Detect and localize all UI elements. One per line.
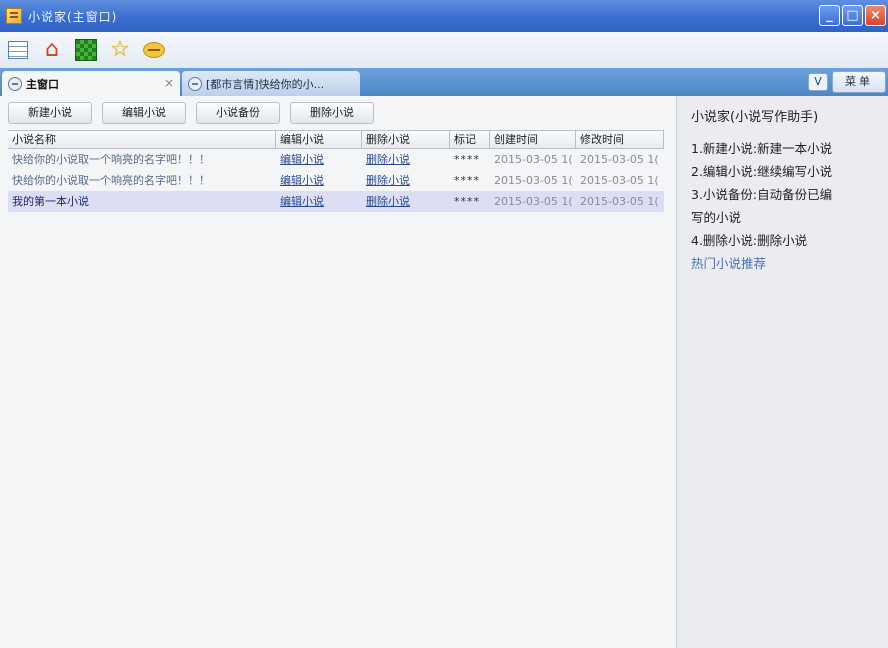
- novel-name: 快给你的小说取一个响亮的名字吧！！！: [12, 153, 210, 166]
- sidebar-item: 4.删除小说:删除小说: [691, 233, 808, 248]
- help-sidebar: 小说家(小说写作助手) 1.新建小说:新建一本小说 2.编辑小说:继续编写小说 …: [676, 96, 888, 648]
- delete-novel-link[interactable]: 删除小说: [362, 170, 450, 191]
- column-header-modified[interactable]: 修改时间: [576, 131, 664, 148]
- green-grid-icon[interactable]: [74, 38, 98, 62]
- novel-name: 我的第一本小说: [12, 195, 89, 208]
- star-icon[interactable]: ☆: [108, 38, 132, 62]
- edit-novel-button[interactable]: 编辑小说: [102, 102, 186, 124]
- column-header-mark[interactable]: 标记: [450, 131, 490, 148]
- home-icon[interactable]: ⌂: [40, 38, 64, 62]
- novel-mark: ****: [454, 153, 480, 166]
- column-header-name[interactable]: 小说名称: [8, 131, 276, 148]
- modified-time: 2015-03-05 1(: [580, 153, 659, 166]
- created-time: 2015-03-05 1(: [494, 153, 573, 166]
- window-controls: _ □ ×: [819, 5, 886, 26]
- tab-label: [都市言情]快给你的小...: [206, 77, 325, 91]
- modified-time: 2015-03-05 1(: [580, 174, 659, 187]
- sidebar-item: 写的小说: [691, 210, 742, 225]
- table-row-selected[interactable]: 我的第一本小说 编辑小说 删除小说 **** 2015-03-05 1( 201…: [8, 191, 664, 212]
- tab-close-icon[interactable]: ×: [164, 76, 174, 90]
- table-row[interactable]: 快给你的小说取一个响亮的名字吧！！！ 编辑小说 删除小说 **** 2015-0…: [8, 149, 664, 170]
- window-title: 小说家(主窗口): [28, 9, 118, 24]
- sidebar-item: 1.新建小说:新建一本小说: [691, 141, 833, 156]
- list-icon[interactable]: [6, 38, 30, 62]
- backup-novel-button[interactable]: 小说备份: [196, 102, 280, 124]
- created-time: 2015-03-05 1(: [494, 195, 573, 208]
- tab-globe-icon: [188, 76, 202, 91]
- modified-time: 2015-03-05 1(: [580, 195, 659, 208]
- toolbar: ⌂ ☆: [0, 32, 888, 68]
- edit-novel-link[interactable]: 编辑小说: [276, 191, 362, 212]
- title-bar: 小说家(主窗口) _ □ ×: [0, 0, 888, 32]
- delete-novel-link[interactable]: 删除小说: [362, 149, 450, 170]
- table-row[interactable]: 快给你的小说取一个响亮的名字吧！！！ 编辑小说 删除小说 **** 2015-0…: [8, 170, 664, 191]
- new-novel-button[interactable]: 新建小说: [8, 102, 92, 124]
- close-button[interactable]: ×: [865, 5, 886, 26]
- hot-novels-link[interactable]: 热门小说推荐: [691, 252, 888, 276]
- created-time: 2015-03-05 1(: [494, 174, 573, 187]
- novel-name: 快给你的小说取一个响亮的名字吧！！！: [12, 174, 210, 187]
- novel-mark: ****: [454, 174, 480, 187]
- sidebar-title: 小说家(小说写作助手): [691, 110, 819, 125]
- novel-mark: ****: [454, 195, 480, 208]
- sidebar-item: 2.编辑小说:继续编写小说: [691, 164, 833, 179]
- app-icon: [6, 8, 22, 24]
- tab-strip: 主窗口 × [都市言情]快给你的小... V 菜单: [0, 68, 888, 96]
- column-header-created[interactable]: 创建时间: [490, 131, 576, 148]
- column-header-edit[interactable]: 编辑小说: [276, 131, 362, 148]
- column-header-delete[interactable]: 删除小说: [362, 131, 450, 148]
- action-bar: 新建小说 编辑小说 小说备份 删除小说: [8, 102, 374, 124]
- table-header: 小说名称 编辑小说 删除小说 标记 创建时间 修改时间: [8, 131, 664, 149]
- tab-label: 主窗口: [26, 77, 59, 91]
- maximize-button[interactable]: □: [842, 5, 863, 26]
- novel-table: 小说名称 编辑小说 删除小说 标记 创建时间 修改时间 快给你的小说取一个响亮的…: [8, 130, 664, 212]
- tab-main-window[interactable]: 主窗口 ×: [2, 71, 180, 96]
- tab-globe-icon: [8, 76, 22, 91]
- tab-dropdown-button[interactable]: V: [808, 73, 828, 91]
- edit-novel-link[interactable]: 编辑小说: [276, 170, 362, 191]
- minimize-button[interactable]: _: [819, 5, 840, 26]
- main-panel: 新建小说 编辑小说 小说备份 删除小说 小说名称 编辑小说 删除小说 标记 创建…: [0, 96, 676, 648]
- menu-button[interactable]: 菜单: [832, 71, 886, 93]
- delete-novel-link[interactable]: 删除小说: [362, 191, 450, 212]
- edit-novel-link[interactable]: 编辑小说: [276, 149, 362, 170]
- chat-icon[interactable]: [142, 38, 166, 62]
- delete-novel-button[interactable]: 删除小说: [290, 102, 374, 124]
- sidebar-item: 3.小说备份:自动备份已编: [691, 187, 833, 202]
- tab-novel[interactable]: [都市言情]快给你的小...: [182, 71, 360, 96]
